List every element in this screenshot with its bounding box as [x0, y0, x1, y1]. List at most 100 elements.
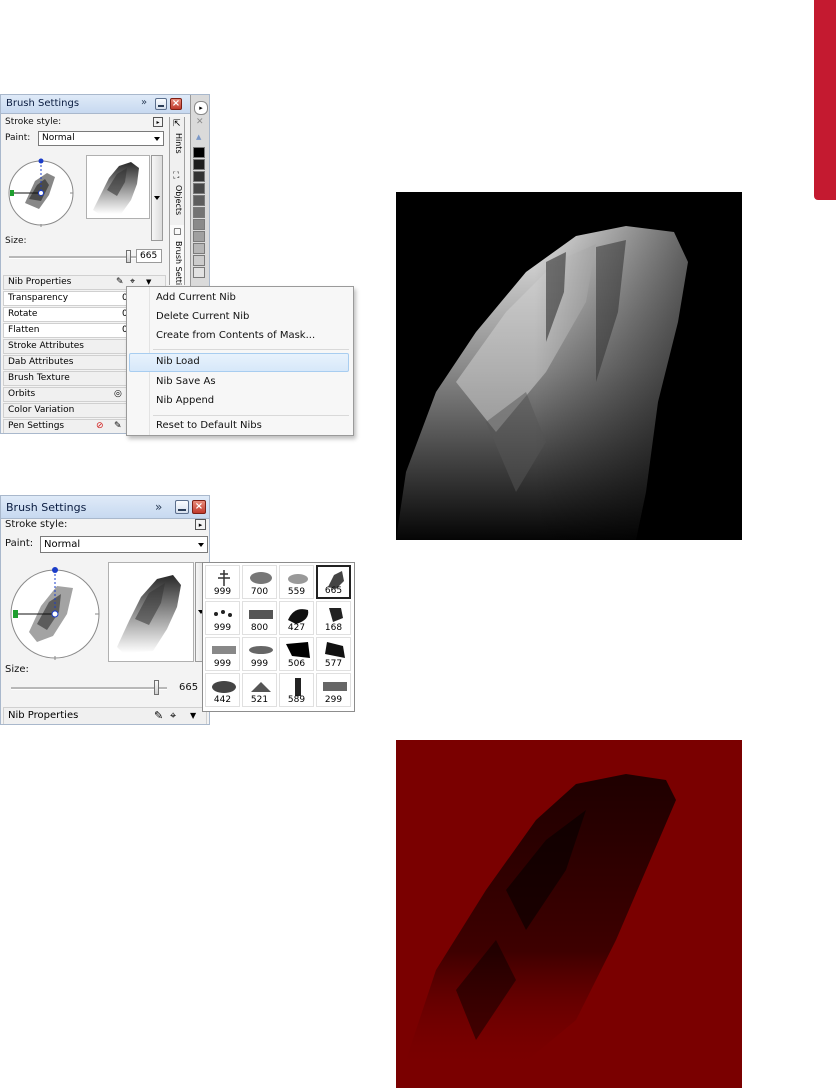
tab-brush-settings[interactable]: ▢ Brush Setti: [169, 225, 185, 285]
nib-properties-header[interactable]: Nib Properties ✎ ⌖ ▼: [3, 707, 207, 724]
size-slider-thumb[interactable]: [154, 680, 160, 695]
nib-size-value: 800: [250, 623, 269, 633]
swatch[interactable]: [193, 255, 205, 266]
nib-thumbnail[interactable]: 577: [316, 637, 351, 671]
paint-select-value: Normal: [42, 133, 75, 143]
nib-size-value: 999: [250, 659, 269, 669]
double-chevron-icon[interactable]: »: [155, 500, 162, 514]
scroll-up-icon[interactable]: ▸: [194, 101, 208, 115]
nib-thumbnail[interactable]: 800: [242, 601, 277, 635]
menu-item-nib-load[interactable]: Nib Load: [156, 356, 200, 367]
swatch[interactable]: [193, 243, 205, 254]
nib-thumbnail[interactable]: 999: [205, 601, 240, 635]
stroke-style-menu-icon[interactable]: ▸: [153, 117, 163, 127]
nib-thumbnail[interactable]: 442: [205, 673, 240, 707]
size-slider-track[interactable]: [11, 687, 167, 690]
nib-thumbnail[interactable]: 427: [279, 601, 314, 635]
nib-size-value: 589: [287, 695, 306, 705]
nib-size-value: 577: [324, 659, 343, 669]
paint-label: Paint:: [5, 538, 34, 549]
flatten-label: Flatten: [8, 325, 40, 335]
nib-icon[interactable]: ⌖: [170, 708, 176, 724]
nib-size-value: 700: [250, 587, 269, 597]
nib-thumbnail[interactable]: 999: [242, 637, 277, 671]
pen-icon[interactable]: ✎: [114, 420, 122, 433]
brush-icon: ▢: [173, 227, 182, 237]
size-label: Size:: [5, 236, 27, 246]
nib-size-value: 999: [213, 659, 232, 669]
menu-item-add-current-nib[interactable]: Add Current Nib: [156, 292, 236, 303]
transparency-label: Transparency: [8, 293, 69, 303]
menu-item-delete-current-nib[interactable]: Delete Current Nib: [156, 311, 249, 322]
nib-thumbnail[interactable]: 999: [205, 637, 240, 671]
chevron-down-icon[interactable]: ▼: [190, 708, 196, 724]
swatch[interactable]: [193, 231, 205, 242]
size-label: Size:: [5, 664, 29, 675]
nib-size-value: 427: [287, 623, 306, 633]
nib-size-value: 665: [324, 586, 343, 596]
angle-dial[interactable]: [7, 566, 103, 662]
tab-hints[interactable]: ⇱ Hints: [169, 117, 185, 169]
pin-icon[interactable]: ✕: [196, 117, 204, 127]
size-slider-thumb[interactable]: [126, 250, 132, 263]
nib-thumbnail[interactable]: 506: [279, 637, 314, 671]
dab-attributes-label: Dab Attributes: [8, 357, 74, 367]
swatch[interactable]: [193, 219, 205, 230]
swatch[interactable]: [193, 147, 205, 158]
pen-icon[interactable]: ✎: [116, 276, 124, 289]
pen-icon[interactable]: ✎: [154, 708, 163, 724]
nib-size-value: 521: [250, 695, 269, 705]
nib-thumbnail[interactable]: 559: [279, 565, 314, 599]
nib-thumbnail[interactable]: 589: [279, 673, 314, 707]
paint-select-value: Normal: [44, 539, 81, 550]
panel-title: Brush Settings: [6, 98, 80, 109]
swatch[interactable]: [193, 207, 205, 218]
size-value: 665: [140, 251, 158, 261]
double-chevron-icon[interactable]: »: [141, 97, 147, 108]
swatch[interactable]: [193, 171, 205, 182]
swatch[interactable]: [193, 183, 205, 194]
no-entry-icon[interactable]: ⊘: [96, 420, 104, 433]
nib-thumbnail[interactable]: 521: [242, 673, 277, 707]
nib-thumbnail[interactable]: 700: [242, 565, 277, 599]
menu-item-reset-default-nibs[interactable]: Reset to Default Nibs: [156, 420, 262, 431]
nib-thumbnail[interactable]: 168: [316, 601, 351, 635]
size-slider-track[interactable]: [9, 256, 137, 259]
minimize-button[interactable]: [155, 98, 167, 110]
angle-dial[interactable]: [5, 157, 77, 229]
tab-objects[interactable]: ⛶ Objects: [169, 169, 185, 225]
stroke-style-menu-icon[interactable]: ▸: [195, 519, 206, 530]
nib-properties-label: Nib Properties: [8, 710, 79, 721]
scroll-arrow-icon[interactable]: ▲: [196, 133, 201, 141]
paint-select[interactable]: Normal: [40, 536, 208, 553]
nib-context-menu: Add Current Nib Delete Current Nib Creat…: [126, 286, 354, 436]
nib-grid-popup: 999 700 559 665 999 800 427 168 999 999 506 577 442 5…: [202, 562, 355, 712]
preview-dropdown-button[interactable]: [151, 155, 163, 241]
nib-thumbnail[interactable]: 299: [316, 673, 351, 707]
tab-hints-label: Hints: [174, 133, 183, 154]
nib-thumbnail[interactable]: 999: [205, 565, 240, 599]
swatch[interactable]: [193, 267, 205, 278]
close-button[interactable]: ×: [170, 98, 182, 110]
nib-thumbnail[interactable]: 665: [316, 565, 351, 599]
size-value-field[interactable]: 665: [136, 249, 162, 263]
brush-preview: [86, 155, 150, 219]
paint-label: Paint:: [5, 133, 31, 143]
nib-properties-label: Nib Properties: [8, 277, 72, 287]
chevron-down-icon: [154, 136, 160, 141]
orbits-label: Orbits: [8, 389, 36, 399]
swatch[interactable]: [193, 195, 205, 206]
menu-item-nib-append[interactable]: Nib Append: [156, 395, 214, 406]
stroke-style-label: Stroke style:: [5, 519, 68, 530]
close-button[interactable]: ×: [192, 500, 206, 514]
minimize-button[interactable]: [175, 500, 189, 514]
paint-select[interactable]: Normal: [38, 131, 164, 146]
menu-item-nib-save-as[interactable]: Nib Save As: [156, 376, 216, 387]
color-variation-label: Color Variation: [8, 405, 75, 415]
size-value[interactable]: 665: [179, 682, 198, 693]
brush-preview: [108, 562, 194, 662]
menu-separator: [153, 349, 349, 350]
menu-item-create-from-mask[interactable]: Create from Contents of Mask...: [156, 330, 315, 341]
orbit-icon[interactable]: ◎: [114, 388, 122, 401]
swatch[interactable]: [193, 159, 205, 170]
